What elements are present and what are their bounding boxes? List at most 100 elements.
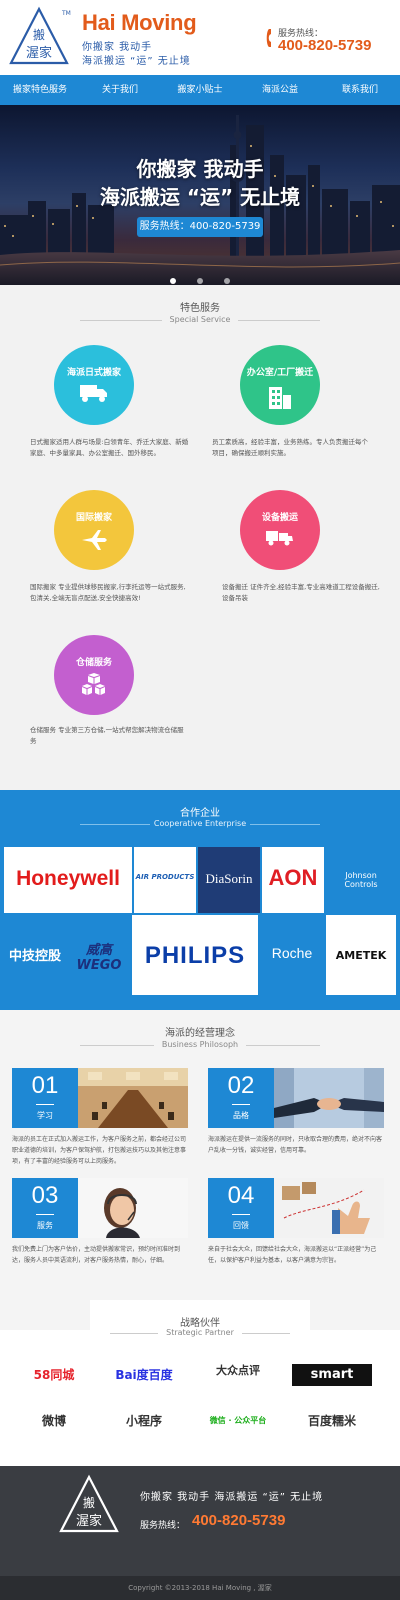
philosophy-subtitle: Business Philosoph: [161, 1040, 239, 1049]
service-circle-storage[interactable]: 仓储服务: [54, 635, 134, 715]
philosophy-box-02[interactable]: 02 品格: [208, 1068, 274, 1128]
service-circle-equipment-moving[interactable]: 设备搬运: [240, 490, 320, 570]
logo-air-products[interactable]: AIR PRODUCTS: [134, 847, 196, 913]
carousel-dot-3[interactable]: [224, 278, 231, 284]
logo-aon[interactable]: AON: [262, 847, 324, 913]
partner-smart[interactable]: smart: [292, 1364, 372, 1386]
svg-text:搬: 搬: [83, 1495, 95, 1510]
thumbs-up-image: [274, 1178, 384, 1238]
site-header: 搬 渥家 TM Hai Moving 你搬家 我动手 海派搬运 “运” 无止境 …: [0, 0, 400, 75]
nav-item-special-service[interactable]: 搬家特色服务: [0, 75, 80, 105]
partner-baidu[interactable]: Bai度百度: [104, 1364, 184, 1386]
philosophy-title: 海派的经营理念: [165, 1028, 235, 1039]
service-label: 国际搬家: [75, 513, 112, 523]
divider-line: [232, 1214, 250, 1215]
logo-philips[interactable]: PHILIPS: [132, 915, 258, 995]
philosophy-desc: 海派的员工在正式加入搬运工作，为客户服务之前，都会经过公司职业道德的培训，为客户…: [12, 1136, 187, 1165]
divider-line: [110, 1333, 158, 1334]
service-desc: 仓储服务 专业第三方仓储,一站式帮您解决物流仓储服务: [30, 726, 184, 745]
service-label: 设备搬运: [261, 513, 298, 523]
carousel-dots: [0, 269, 400, 285]
service-label: 办公室/工厂搬迁: [246, 368, 314, 378]
banner-title-line2: 海派搬运 “运” 无止境: [99, 185, 301, 209]
philosophy-number: 02: [227, 1072, 255, 1099]
hero-banner[interactable]: 你搬家 我动手 海派搬运 “运” 无止境 服务热线：400-820-5739: [0, 105, 400, 285]
philosophy-label: 回馈: [233, 1221, 249, 1230]
truck-icon: [80, 385, 107, 402]
slogan-line1: 你搬家 我动手: [82, 42, 153, 53]
footer-hotline-label: 服务热线：: [140, 1521, 186, 1531]
building-icon: [269, 387, 291, 409]
logo-ametek[interactable]: AMETEK: [326, 915, 396, 995]
service-label: 仓储服务: [75, 658, 112, 668]
special-service-title: 特色服务: [180, 303, 220, 314]
partner-subtitle: Strategic Partner: [166, 1328, 234, 1337]
divider-line: [232, 1104, 250, 1105]
service-circle-japanese-moving[interactable]: 海派日式搬家: [54, 345, 134, 425]
main-nav: 搬家特色服务 关于我们 搬家小贴士 海派公益 联系我们: [0, 75, 400, 105]
logo-icon[interactable]: 搬 渥家: [8, 6, 70, 68]
trademark-mark: TM: [62, 10, 71, 17]
partner-mini-program[interactable]: 小程序: [104, 1410, 184, 1432]
divider-line: [246, 1045, 320, 1046]
phone-icon: [266, 29, 271, 47]
nav-item-tips[interactable]: 搬家小贴士: [160, 75, 240, 105]
partner-weibo[interactable]: 微博: [14, 1410, 94, 1432]
banner-hotline-button[interactable]: 服务热线：400-820-5739: [137, 217, 263, 237]
special-service-section: 特色服务 Special Service 海派日式搬家 日式搬家适用人群与场景:…: [0, 285, 400, 790]
cooperative-title: 合作企业: [180, 808, 220, 819]
service-circle-international-moving[interactable]: 国际搬家: [54, 490, 134, 570]
philosophy-desc: 来自于社会大众，回馈给社会大众，海派搬运以“正派经营”为己任，以保护客户利益为基…: [208, 1246, 377, 1264]
philosophy-desc: 海派搬运在提供一流服务的同时，只收取合理的费用，绝对不向客户乱收一分钱，诚实经营…: [208, 1136, 383, 1154]
philosophy-desc: 我们免费上门为客户估价，主动提供搬家常识，预约时间准时到达，服务人员中英语流利，…: [12, 1246, 181, 1264]
service-circle-office-moving[interactable]: 办公室/工厂搬迁: [240, 345, 320, 425]
divider-line: [80, 320, 162, 321]
nav-item-charity[interactable]: 海派公益: [240, 75, 320, 105]
partner-wechat[interactable]: 微信 · 公众平台: [198, 1410, 278, 1432]
philosophy-box-04[interactable]: 04 回馈: [208, 1178, 274, 1238]
svg-text:渥家: 渥家: [26, 45, 52, 61]
service-desc: 国际搬家 专业提供球移民搬家,行李托运等一站式服务,包清关,全端无盲点配送,安全…: [30, 583, 186, 602]
nav-item-contact[interactable]: 联系我们: [320, 75, 400, 105]
svg-text:搬: 搬: [33, 27, 45, 42]
footer-slogan: 你搬家 我动手 海派搬运 “运” 无止境: [140, 1492, 324, 1503]
logo-johnson-controls[interactable]: Johnson Controls: [326, 847, 396, 913]
logo-roche[interactable]: Roche: [260, 915, 324, 995]
delivery-icon: [266, 531, 293, 546]
footer-logo-icon: 搬 渥家: [59, 1474, 119, 1533]
hotline-number[interactable]: 400-820-5739: [278, 37, 371, 54]
handshake-image: [274, 1068, 384, 1128]
cooperative-section: 合作企业 Cooperative Enterprise Honeywell AI…: [0, 790, 400, 1010]
divider-line: [242, 1333, 290, 1334]
philosophy-label: 服务: [37, 1221, 53, 1230]
carousel-dot-2[interactable]: [197, 278, 203, 284]
logo-honeywell[interactable]: Honeywell: [4, 847, 132, 913]
philosophy-number: 04: [227, 1182, 255, 1209]
partner-58tongcheng[interactable]: 58同城: [14, 1364, 94, 1386]
strategic-partner-section: 战略伙伴 Strategic Partner 58同城 Bai度百度 大众点评 …: [0, 1300, 400, 1470]
logo-wego[interactable]: 威高 WEGO: [68, 915, 130, 995]
divider-line: [36, 1214, 54, 1215]
partner-dianping[interactable]: 大众点评: [198, 1360, 278, 1382]
philosophy-box-01[interactable]: 01 学习: [12, 1068, 78, 1128]
brand-name: Hai Moving: [82, 10, 197, 35]
partner-title: 战略伙伴: [180, 1318, 220, 1329]
logo-zhongji[interactable]: 中技控股: [4, 915, 66, 995]
service-desc: 员工素质高，经验丰富，业务熟练。专人负责搬迁每个项目，确保搬迁顺利实施。: [212, 438, 368, 457]
nav-item-about[interactable]: 关于我们: [80, 75, 160, 105]
plane-icon: [82, 530, 107, 550]
philosophy-label: 学习: [37, 1111, 53, 1120]
slogan-line2: 海派搬运 “运” 无止境: [82, 56, 191, 67]
special-service-subtitle: Special Service: [169, 315, 231, 324]
philosophy-section: 海派的经营理念 Business Philosoph 01 学习 海派的员工在正…: [0, 1010, 400, 1330]
service-label: 海派日式搬家: [66, 368, 121, 378]
partner-baidu-nuomi[interactable]: 百度糯米: [292, 1410, 372, 1432]
footer-hotline-number[interactable]: 400-820-5739: [192, 1512, 285, 1529]
carousel-dot-1[interactable]: [169, 278, 176, 284]
svg-text:渥家: 渥家: [76, 1513, 102, 1529]
philosophy-box-03[interactable]: 03 服务: [12, 1178, 78, 1238]
philosophy-label: 品格: [233, 1111, 249, 1120]
philosophy-number: 03: [31, 1182, 59, 1209]
customer-service-image: [78, 1178, 188, 1238]
logo-diasorin[interactable]: DiaSorin: [198, 847, 260, 913]
